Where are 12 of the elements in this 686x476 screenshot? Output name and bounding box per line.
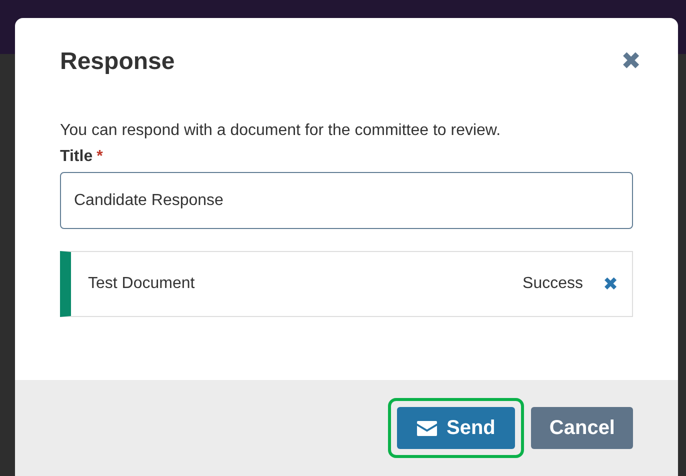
cancel-button[interactable]: Cancel	[531, 407, 633, 449]
dialog-title: Response	[60, 48, 175, 76]
required-mark: *	[96, 148, 103, 165]
attachment-name: Test Document	[88, 275, 196, 293]
envelope-icon	[416, 420, 436, 436]
send-button[interactable]: Send	[396, 407, 516, 449]
close-button[interactable]: ✖	[621, 50, 641, 74]
remove-button[interactable]: ✖	[603, 273, 618, 295]
description-text: You can respond with a document for the committee to review.	[60, 122, 502, 140]
title-input-field[interactable]: Candidate Response	[60, 172, 633, 229]
attachment-status: Success	[522, 275, 583, 293]
field-label: Title	[60, 148, 93, 165]
